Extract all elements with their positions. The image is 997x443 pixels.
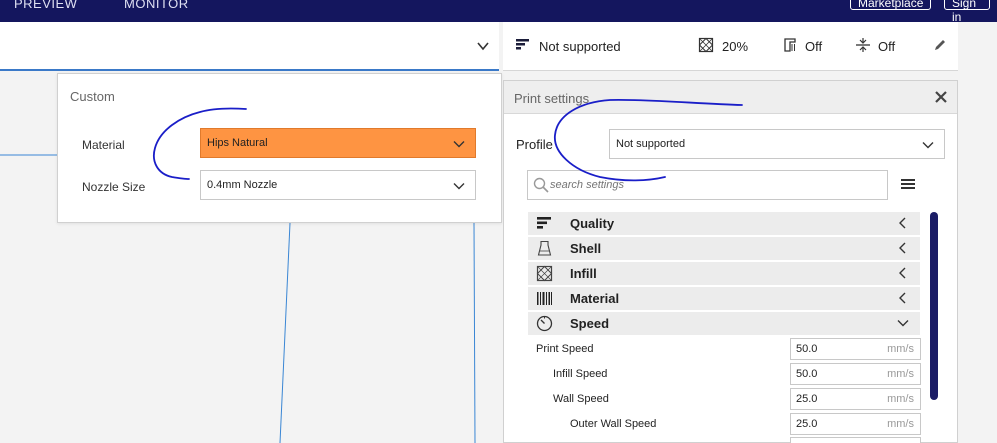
adhesion-status: Off xyxy=(878,39,896,54)
category-material[interactable]: Material xyxy=(528,287,920,310)
panel-header: Print settings xyxy=(504,81,957,114)
panel-title: Print settings xyxy=(514,91,590,106)
print-speed-input[interactable]: 50.0 mm/s xyxy=(790,338,921,360)
setting-row-outer-wall-speed: Outer Wall Speed 25.0 mm/s xyxy=(504,413,924,438)
setting-label: Print Speed xyxy=(536,343,594,355)
category-label: Speed xyxy=(570,316,610,331)
chevron-down-icon xyxy=(897,320,909,327)
chevron-down-icon xyxy=(922,142,934,149)
setting-row-infill-speed: Infill Speed 50.0 mm/s xyxy=(504,363,924,388)
chevron-down-icon xyxy=(453,141,465,148)
infill-icon xyxy=(698,37,714,53)
category-label: Infill xyxy=(570,266,597,281)
outer-wall-speed-input[interactable]: 25.0 mm/s xyxy=(790,413,921,435)
print-settings-panel: Print settings Profile Not supported Qua… xyxy=(503,80,958,443)
material-icon xyxy=(537,292,552,305)
sign-in-button[interactable]: Sign in xyxy=(944,0,990,24)
profile-dropdown[interactable]: Not supported xyxy=(609,129,945,159)
chevron-left-icon xyxy=(899,267,906,279)
adhesion-icon xyxy=(856,38,870,52)
printer-selector-bar[interactable] xyxy=(0,22,499,71)
support-status: Off xyxy=(805,39,823,54)
category-label: Material xyxy=(570,291,620,306)
nozzle-size-label: Nozzle Size xyxy=(82,180,146,194)
nozzle-size-dropdown[interactable]: 0.4mm Nozzle xyxy=(200,170,476,200)
category-speed[interactable]: Speed xyxy=(528,312,920,335)
infill-icon xyxy=(536,265,553,282)
setting-row-print-speed: Print Speed 50.0 mm/s xyxy=(504,338,924,363)
infill-percentage: 20% xyxy=(722,39,749,54)
next-setting-input[interactable] xyxy=(790,437,921,443)
category-label: Shell xyxy=(570,241,602,256)
print-setup-summary-bar[interactable]: Not supported 20% Off Off xyxy=(503,22,958,71)
setting-unit: mm/s xyxy=(887,368,914,380)
popup-title: Custom xyxy=(70,89,115,104)
setting-value: 25.0 xyxy=(796,418,818,430)
infill-speed-input[interactable]: 50.0 mm/s xyxy=(790,363,921,385)
marketplace-button[interactable]: Marketplace xyxy=(850,0,931,10)
setting-value: 50.0 xyxy=(796,368,818,380)
pencil-icon[interactable] xyxy=(932,37,948,53)
shell-icon xyxy=(537,240,552,256)
setting-unit: mm/s xyxy=(887,393,914,405)
quality-icon xyxy=(516,39,529,50)
category-label: Quality xyxy=(570,216,615,231)
material-value: Hips Natural xyxy=(207,137,268,149)
chevron-left-icon xyxy=(899,292,906,304)
profile-label: Profile xyxy=(516,137,553,152)
setting-row-next-partial xyxy=(504,437,924,443)
setting-label: Wall Speed xyxy=(553,393,609,405)
setting-label: Infill Speed xyxy=(553,368,608,380)
chevron-left-icon xyxy=(899,217,906,229)
tab-preview[interactable]: PREVIEW xyxy=(14,0,77,11)
setting-unit: mm/s xyxy=(887,418,914,430)
settings-search-box[interactable] xyxy=(527,170,888,200)
nozzle-value: 0.4mm Nozzle xyxy=(207,179,278,191)
wall-speed-input[interactable]: 25.0 mm/s xyxy=(790,388,921,410)
top-navigation-bar: PREVIEW MONITOR Marketplace Sign in xyxy=(0,0,997,24)
setting-label: Outer Wall Speed xyxy=(570,418,657,430)
settings-menu-icon[interactable] xyxy=(900,176,916,192)
custom-configuration-popup: Custom Material Hips Natural Nozzle Size… xyxy=(57,73,502,223)
setting-value: 50.0 xyxy=(796,343,818,355)
category-shell[interactable]: Shell xyxy=(528,237,920,260)
tab-monitor[interactable]: MONITOR xyxy=(124,0,189,11)
quality-icon xyxy=(537,217,551,229)
category-infill[interactable]: Infill xyxy=(528,262,920,285)
close-icon[interactable] xyxy=(933,89,949,105)
search-input[interactable] xyxy=(550,176,880,194)
speed-icon xyxy=(536,315,553,332)
profile-status-text: Not supported xyxy=(539,39,621,54)
search-icon xyxy=(533,177,549,193)
setting-row-wall-speed: Wall Speed 25.0 mm/s xyxy=(504,388,924,413)
support-icon xyxy=(784,38,796,52)
profile-value: Not supported xyxy=(616,138,686,150)
chevron-down-icon xyxy=(453,183,465,190)
material-dropdown[interactable]: Hips Natural xyxy=(200,128,476,158)
category-quality[interactable]: Quality xyxy=(528,212,920,235)
chevron-left-icon xyxy=(899,242,906,254)
material-label: Material xyxy=(82,138,125,152)
setting-value: 25.0 xyxy=(796,393,818,405)
settings-scrollbar[interactable] xyxy=(930,212,938,400)
setting-unit: mm/s xyxy=(887,343,914,355)
chevron-down-icon xyxy=(477,42,489,51)
